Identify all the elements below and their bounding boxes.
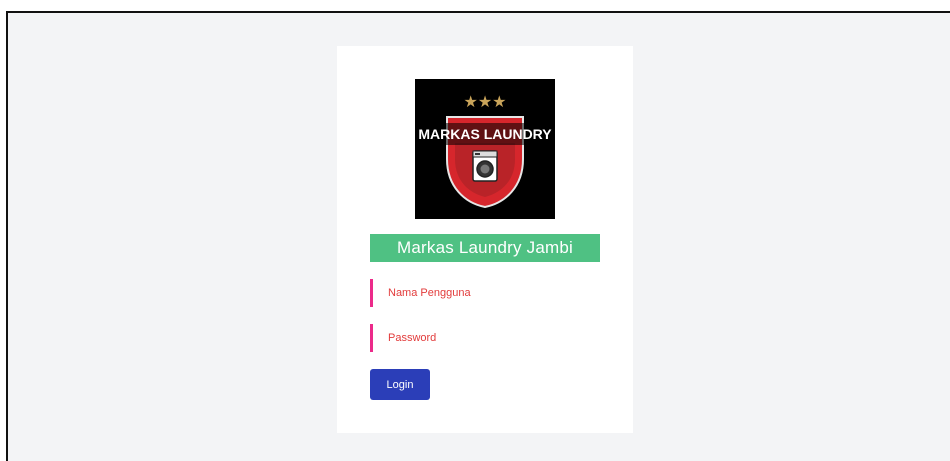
password-input[interactable] (373, 324, 588, 352)
logo: ★★★ MARKAS LAUNDRY (415, 79, 555, 219)
logo-text: MARKAS LAUNDRY (418, 126, 552, 142)
brand-title: Markas Laundry Jambi (370, 234, 600, 262)
logo-graphic: ★★★ MARKAS LAUNDRY (415, 79, 555, 219)
washing-machine-icon (472, 150, 498, 182)
username-input[interactable] (373, 279, 588, 307)
login-card: ★★★ MARKAS LAUNDRY Markas Laundry Jambi (337, 46, 633, 433)
password-field (370, 324, 600, 352)
page-frame: ★★★ MARKAS LAUNDRY Markas Laundry Jambi (6, 11, 950, 461)
username-field (370, 279, 600, 307)
login-button[interactable]: Login (370, 369, 430, 400)
logo-stars: ★★★ (463, 92, 506, 111)
